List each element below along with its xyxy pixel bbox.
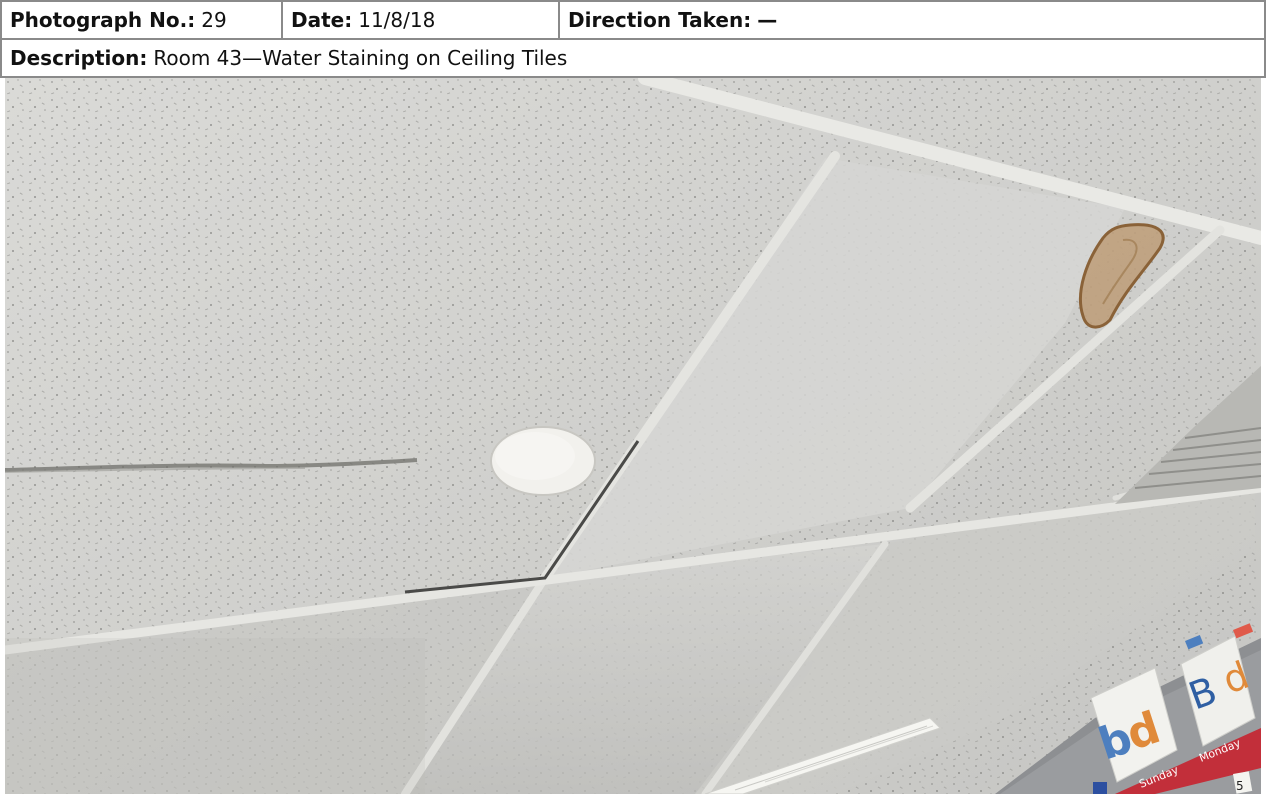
direction-value: —	[757, 8, 778, 32]
description-cell: Description: Room 43—Water Staining on C…	[0, 38, 1266, 78]
photograph-number-cell: Photograph No.: 29	[0, 0, 283, 40]
calendar-digit: 5	[1236, 779, 1244, 793]
description-value: Room 43—Water Staining on Ceiling Tiles	[153, 46, 568, 70]
date-label: Date:	[291, 8, 353, 32]
ceiling-photo-illustration: b d B d Sunday Monday 5	[5, 78, 1261, 794]
photo-info-row: Photograph No.: 29 Date: 11/8/18 Directi…	[0, 0, 1266, 40]
photograph-number-label: Photograph No.:	[10, 8, 196, 32]
photo-log-page: Photograph No.: 29 Date: 11/8/18 Directi…	[0, 0, 1266, 794]
date-cell: Date: 11/8/18	[281, 0, 560, 40]
date-value: 11/8/18	[358, 8, 436, 32]
description-row: Description: Room 43—Water Staining on C…	[0, 38, 1266, 78]
direction-label: Direction Taken:	[568, 8, 752, 32]
direction-cell: Direction Taken: —	[558, 0, 1266, 40]
description-label: Description:	[10, 46, 148, 70]
ceiling-photo: b d B d Sunday Monday 5	[5, 78, 1261, 794]
photograph-number-value: 29	[201, 8, 227, 32]
